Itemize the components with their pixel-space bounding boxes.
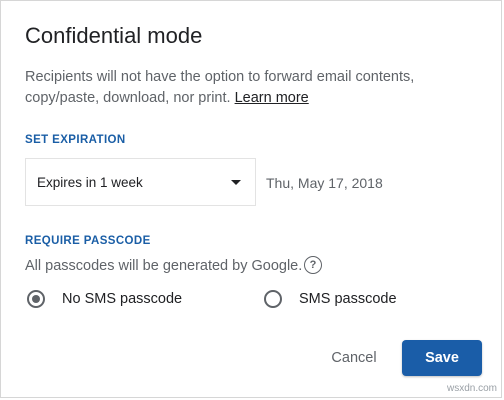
radio-label-no-sms: No SMS passcode: [62, 291, 183, 307]
radio-no-sms-passcode[interactable]: No SMS passcode: [27, 290, 182, 308]
dialog-title: Confidential mode: [25, 23, 203, 48]
cancel-button[interactable]: Cancel: [318, 342, 390, 374]
radio-label-sms: SMS passcode: [299, 291, 397, 307]
radio-unchecked-icon[interactable]: [264, 290, 282, 308]
expiration-select[interactable]: Expires in 1 week: [25, 158, 256, 206]
dialog-description: Recipients will not have the option to f…: [25, 67, 485, 109]
passcode-description: All passcodes will be generated by Googl…: [25, 258, 303, 274]
radio-sms-passcode[interactable]: SMS passcode: [264, 290, 397, 308]
save-button[interactable]: Save: [402, 340, 482, 376]
description-text: Recipients will not have the option to f…: [25, 69, 415, 106]
set-expiration-label: SET EXPIRATION: [25, 134, 126, 146]
help-icon[interactable]: ?: [304, 256, 322, 274]
require-passcode-label: REQUIRE PASSCODE: [25, 235, 151, 247]
expiration-date: Thu, May 17, 2018: [266, 175, 383, 191]
expiration-select-value: Expires in 1 week: [37, 175, 143, 190]
confidential-mode-dialog: Confidential mode Recipients will not ha…: [0, 0, 502, 398]
watermark: wsxdn.com: [446, 383, 497, 394]
radio-checked-icon[interactable]: [27, 290, 45, 308]
dropdown-arrow-icon: [231, 180, 241, 185]
learn-more-link[interactable]: Learn more: [235, 90, 309, 106]
